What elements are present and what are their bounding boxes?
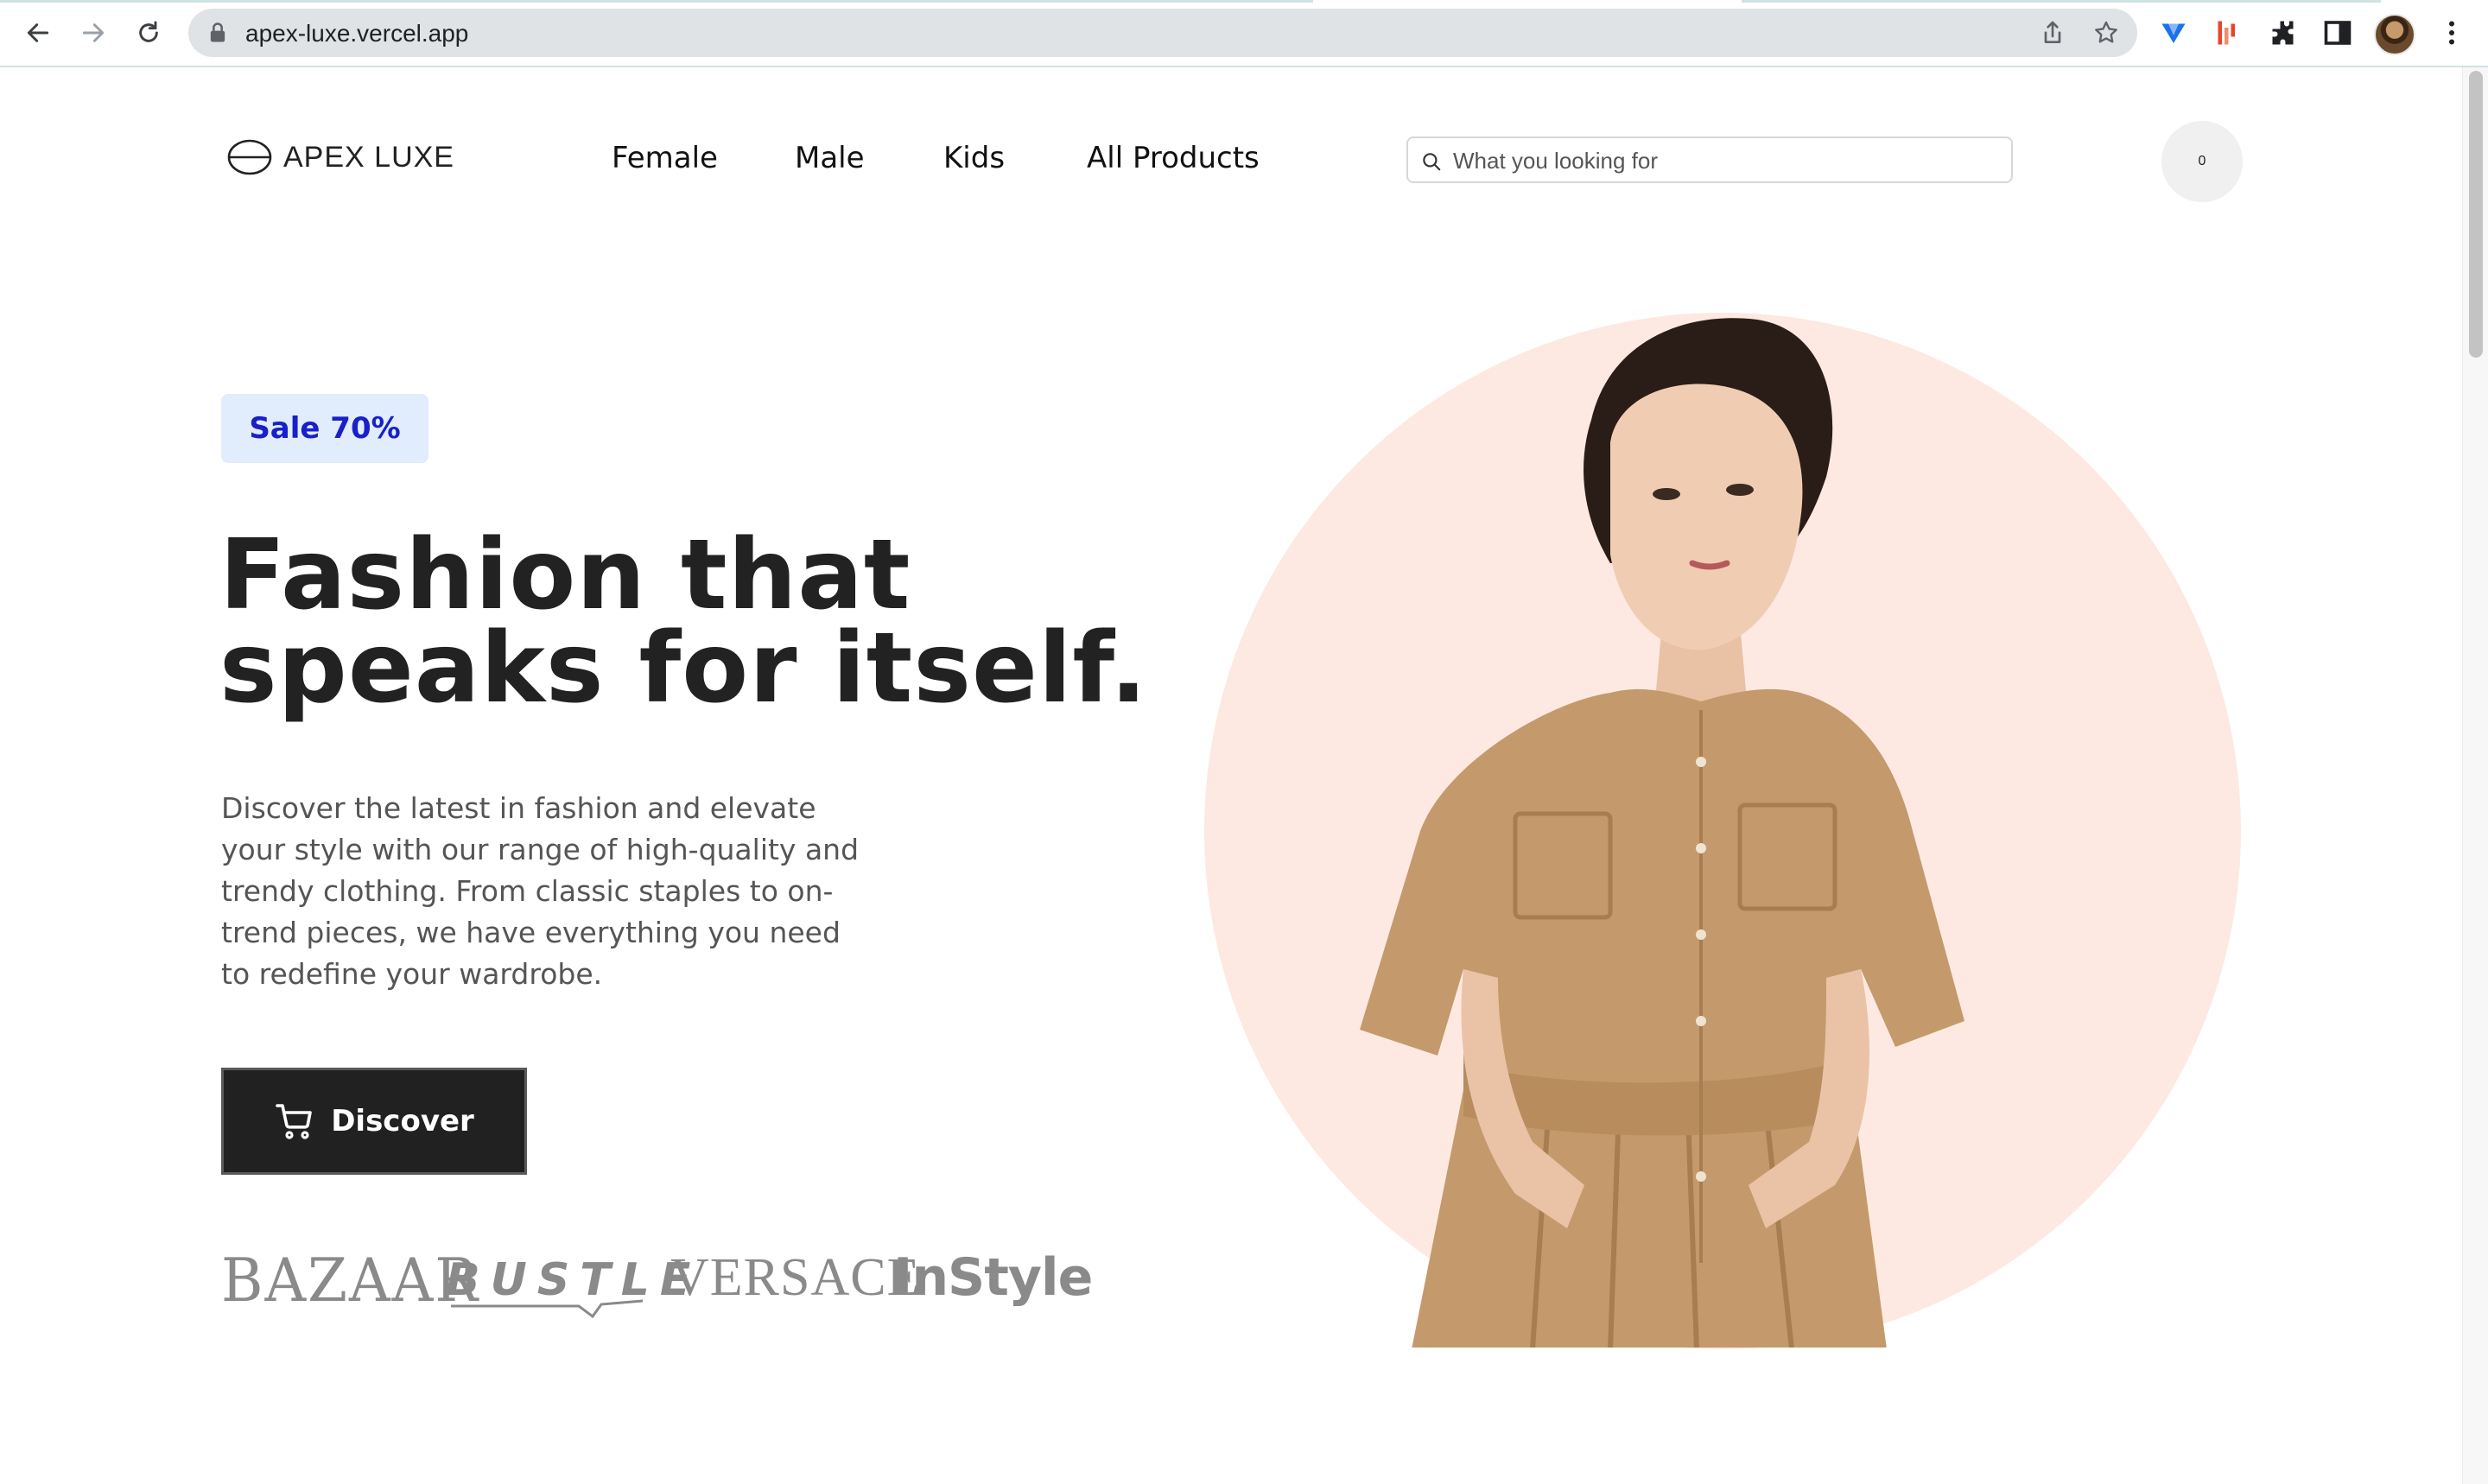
extension-bars-button[interactable] <box>2210 16 2244 50</box>
extension-bars-icon <box>2218 21 2235 45</box>
nav-link-all-products[interactable]: All Products <box>1087 141 1260 175</box>
loading-bar <box>1742 0 2381 3</box>
cart-icon <box>276 1104 312 1139</box>
search-box[interactable] <box>1406 136 2013 183</box>
share-icon[interactable] <box>2039 19 2066 47</box>
discover-button[interactable]: Discover <box>221 1068 527 1175</box>
press-logo-instyle: InStyle <box>893 1247 1093 1308</box>
browser-toolbar: apex-luxe.vercel.app <box>0 0 2488 67</box>
nav-link-female[interactable]: Female <box>612 141 718 175</box>
site-logo[interactable]: APEX LUXE <box>226 138 454 176</box>
nav-link-male[interactable]: Male <box>795 141 865 175</box>
address-bar[interactable]: apex-luxe.vercel.app <box>188 9 2137 57</box>
browser-menu-button[interactable] <box>2434 16 2469 50</box>
hero-description: Discover the latest in fashion and eleva… <box>221 791 860 991</box>
hero-headline-line2: speaks for itself. <box>219 612 1148 725</box>
extension-v-button[interactable] <box>2156 16 2191 50</box>
address-url: apex-luxe.vercel.app <box>245 20 469 47</box>
forward-button[interactable] <box>73 12 114 54</box>
press-logo-versace: VERSACE <box>670 1248 921 1307</box>
back-button[interactable] <box>17 12 59 54</box>
cart-count-badge: 0 <box>2161 121 2243 202</box>
extensions-button[interactable] <box>2267 16 2301 50</box>
puzzle-icon <box>2272 21 2294 45</box>
bookmark-star-icon[interactable] <box>2092 19 2120 47</box>
nav-link-kids[interactable]: Kids <box>943 141 1005 175</box>
hero-headline: Fashion that speaks for itself. <box>219 527 1256 717</box>
discover-button-label: Discover <box>331 1104 474 1138</box>
profile-avatar[interactable] <box>2374 14 2415 55</box>
sidepanel-icon <box>2324 21 2352 45</box>
side-panel-button[interactable] <box>2320 16 2355 50</box>
hero-model-image <box>1360 318 1964 1348</box>
press-logo-bazaar: BAZAAR <box>221 1246 480 1316</box>
loading-bar <box>0 0 1313 3</box>
logo-mark-icon <box>227 139 272 175</box>
lock-icon[interactable] <box>206 21 230 45</box>
reload-button[interactable] <box>128 12 169 54</box>
forward-icon <box>82 23 105 42</box>
bustle-swoosh-icon <box>451 1299 644 1318</box>
reload-icon <box>139 21 158 42</box>
kebab-menu-icon <box>2449 21 2454 45</box>
scrollbar-thumb[interactable] <box>2469 71 2483 358</box>
search-input[interactable] <box>1451 143 1999 178</box>
brand-name: APEX LUXE <box>283 140 454 174</box>
sale-badge: Sale 70% <box>221 394 428 463</box>
back-icon <box>27 23 49 42</box>
extension-v-icon <box>2161 23 2186 43</box>
search-icon <box>1423 153 1441 171</box>
